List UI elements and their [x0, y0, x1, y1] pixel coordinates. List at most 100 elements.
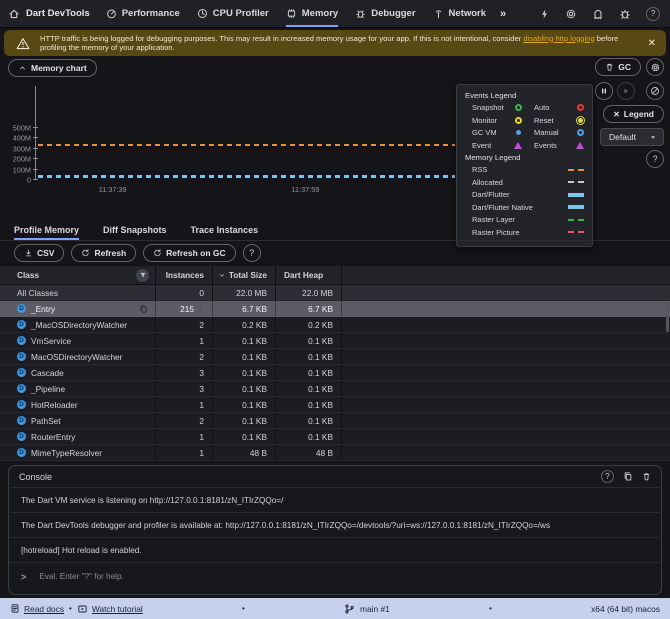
console-log-line: The Dart VM service is listening on http…: [10, 487, 660, 512]
tab-cpu-profiler[interactable]: CPU Profiler: [197, 0, 269, 27]
memory-icon: [287, 9, 295, 18]
prompt-caret: >: [21, 571, 27, 582]
table-row[interactable]: D MacOSDirectoryWatcher 2 0.1 KB 0.1 KB: [0, 349, 670, 365]
legend-glyph: [515, 116, 522, 124]
total-size: 0.1 KB: [212, 333, 275, 348]
network-icon: [435, 10, 441, 19]
console-log: The Dart VM service is listening on http…: [9, 487, 661, 562]
dart-class-icon: D: [17, 304, 26, 313]
feedback-icon[interactable]: [592, 8, 604, 20]
legend-glyph: [515, 104, 522, 111]
legend-label: RSS: [472, 165, 488, 174]
trash-icon: [606, 63, 613, 71]
table-row[interactable]: D RouterEntry 1 0.1 KB 0.1 KB: [0, 429, 670, 445]
csv-button[interactable]: CSV: [14, 244, 65, 262]
tab-trace-instances[interactable]: Trace Instances: [191, 225, 259, 240]
tab-overflow-button[interactable]: »: [500, 0, 506, 27]
column-header-total-size[interactable]: Total Size: [212, 266, 275, 284]
column-header-instances[interactable]: Instances: [155, 266, 212, 284]
total-size: 0.1 KB: [212, 429, 275, 444]
dart-class-icon: D: [17, 416, 26, 425]
column-header-class[interactable]: Class: [0, 266, 155, 284]
table-row[interactable]: D Cascade 3 0.1 KB 0.1 KB: [0, 365, 670, 381]
table-row[interactable]: D HotReloader 1 0.1 KB 0.1 KB: [0, 397, 670, 413]
x-axis-tick-label: 11:37:59: [291, 185, 320, 194]
legend-label: Auto: [534, 103, 550, 112]
table-header-row: Class Instances Total Size Dart Heap: [0, 266, 670, 285]
table-row[interactable]: D VmService 1 0.1 KB 0.1 KB: [0, 333, 670, 349]
eval-input[interactable]: [39, 572, 649, 581]
legend-glyph: [577, 116, 584, 124]
y-axis-tick-mark: [33, 137, 38, 139]
bug-report-icon[interactable]: [619, 8, 631, 20]
instances-count: 1: [199, 335, 204, 346]
memory-chart-section: Memory chart GC ✕ Legend Default ? 500M …: [0, 56, 670, 247]
console-help-icon[interactable]: ?: [601, 470, 614, 483]
legend-glyph: [577, 104, 584, 111]
docs-icon: [11, 604, 19, 613]
tab-memory[interactable]: Memory: [285, 0, 339, 27]
refresh-on-gc-button[interactable]: Refresh on GC: [143, 244, 236, 262]
table-row[interactable]: D MimeTypeResolver 1 48 B 48 B: [0, 445, 670, 461]
display-interval-dropdown[interactable]: Default: [600, 128, 664, 146]
gc-button[interactable]: GC: [595, 58, 641, 76]
table-row[interactable]: D _Entry 215 ⋮ 6.7 KB 6.7 KB: [0, 301, 670, 317]
column-header-dart-heap[interactable]: Dart Heap: [275, 266, 341, 284]
watch-tutorial-link[interactable]: Watch tutorial: [77, 604, 143, 614]
chart-help-icon[interactable]: ?: [646, 150, 664, 168]
copy-icon[interactable]: [139, 304, 148, 314]
topbar-actions: ?: [539, 0, 660, 27]
y-axis-tick-label: 500M: [12, 123, 31, 133]
legend-entry: RSS: [465, 165, 584, 174]
chevron-down-icon: [650, 135, 656, 139]
clear-chart-icon[interactable]: [646, 82, 664, 100]
chart-settings-icon[interactable]: [646, 58, 664, 76]
tab-profile-memory[interactable]: Profile Memory: [14, 225, 80, 240]
table-row[interactable]: D PathSet 2 0.1 KB 0.1 KB: [0, 413, 670, 429]
legend-entry: GC VM: [472, 128, 522, 137]
tab-debugger[interactable]: Debugger: [355, 0, 416, 27]
context-menu-icon[interactable]: ⋮: [196, 304, 204, 313]
legend-label: Snapshot: [472, 103, 504, 112]
legend-toggle-button[interactable]: ✕ Legend: [603, 105, 664, 123]
chevron-up-icon: [20, 66, 25, 70]
connection-status[interactable]: main #1: [344, 603, 390, 615]
tab-network[interactable]: Network: [433, 0, 486, 27]
table-row[interactable]: D _Pipeline 3 0.1 KB 0.1 KB: [0, 381, 670, 397]
memory-chart-plot[interactable]: 500M 400M 300M 200M 100M 0 11:37:39 11:37:59: [13, 86, 455, 194]
read-docs-link[interactable]: Read docs: [10, 603, 64, 614]
total-size: 0.1 KB: [212, 349, 275, 364]
platform-info: x64 (64 bit) macos: [591, 603, 660, 614]
lightning-icon[interactable]: [539, 8, 550, 20]
console-clear-icon[interactable]: [642, 471, 651, 482]
legend-glyph: [568, 181, 584, 183]
class-name: MimeTypeResolver: [31, 447, 103, 458]
refresh-icon: [154, 249, 161, 257]
table-row[interactable]: All Classes 0 22.0 MB 22.0 MB: [0, 285, 670, 301]
dart-class-icon: D: [17, 448, 26, 457]
tab-diff-snapshots[interactable]: Diff Snapshots: [103, 225, 167, 240]
tab-performance[interactable]: Performance: [106, 0, 180, 27]
table-row[interactable]: D _MacOSDirectoryWatcher 2 0.2 KB 0.2 KB: [0, 317, 670, 333]
help-icon[interactable]: ?: [646, 6, 660, 21]
console-copy-icon[interactable]: [623, 471, 633, 482]
profile-help-icon[interactable]: ?: [242, 244, 261, 262]
refresh-button[interactable]: Refresh: [71, 244, 137, 262]
disable-http-logging-link[interactable]: disabling http logging: [523, 34, 594, 43]
settings-icon[interactable]: [565, 8, 577, 20]
class-name: RouterEntry: [31, 431, 76, 442]
class-name: Cascade: [31, 367, 64, 378]
dart-heap-size: 0.1 KB: [275, 381, 341, 396]
pause-button[interactable]: [595, 82, 613, 100]
home-icon[interactable]: [8, 0, 20, 27]
memory-chart-collapse-button[interactable]: Memory chart: [8, 59, 97, 77]
legend-entry: Allocated: [465, 178, 584, 187]
table-scrollbar[interactable]: [666, 302, 669, 332]
dart-heap-size: 0.1 KB: [275, 413, 341, 428]
banner-close-icon[interactable]: ✕: [648, 38, 656, 49]
resume-button[interactable]: [617, 82, 635, 100]
filter-icon[interactable]: [136, 268, 149, 282]
dart-heap-size: 22.0 MB: [275, 285, 341, 300]
instances-count: 1: [199, 399, 204, 410]
video-icon: [78, 605, 87, 612]
